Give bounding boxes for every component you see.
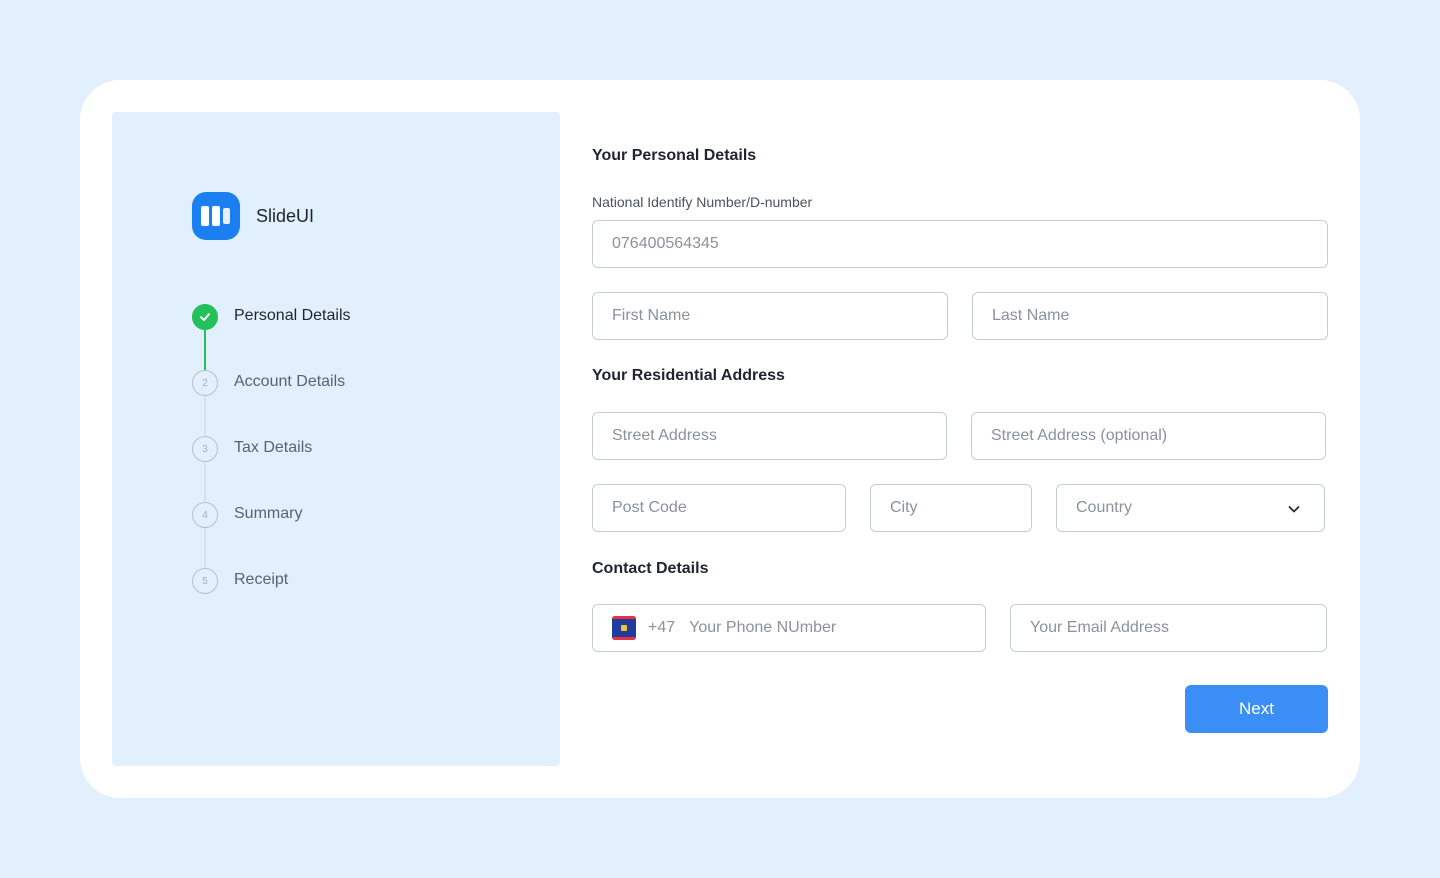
phone-country-code: +47 bbox=[648, 619, 676, 636]
step-receipt[interactable]: 5 Receipt bbox=[192, 568, 351, 634]
step-personal-details[interactable]: Personal Details bbox=[192, 304, 351, 370]
section-title-address: Your Residential Address bbox=[592, 367, 785, 384]
step-account-details[interactable]: 2 Account Details bbox=[192, 370, 351, 436]
step-connector bbox=[204, 462, 206, 502]
step-label: Summary bbox=[234, 505, 303, 522]
form-card: SlideUI Personal Details 2 Account Detai… bbox=[80, 80, 1360, 798]
step-connector bbox=[204, 330, 206, 370]
step-number: 4 bbox=[192, 502, 218, 528]
step-tax-details[interactable]: 3 Tax Details bbox=[192, 436, 351, 502]
step-connector bbox=[204, 528, 206, 568]
details-form: Your Personal Details National Identify … bbox=[592, 80, 1328, 798]
national-id-label: National Identify Number/D-number bbox=[592, 194, 813, 210]
city-field[interactable]: City bbox=[870, 484, 1032, 532]
check-icon bbox=[192, 304, 218, 330]
email-field[interactable]: Your Email Address bbox=[1010, 604, 1327, 652]
street-address-optional-field[interactable]: Street Address (optional) bbox=[971, 412, 1326, 460]
country-select[interactable]: Country bbox=[1056, 484, 1325, 532]
last-name-field[interactable]: Last Name bbox=[972, 292, 1328, 340]
first-name-field[interactable]: First Name bbox=[592, 292, 948, 340]
country-select-value: Country bbox=[1076, 499, 1133, 516]
step-number: 2 bbox=[192, 370, 218, 396]
phone-placeholder: Your Phone NUmber bbox=[689, 619, 837, 636]
step-number: 5 bbox=[192, 568, 218, 594]
chevron-down-icon bbox=[1286, 501, 1302, 522]
step-connector bbox=[204, 396, 206, 436]
section-title-contact: Contact Details bbox=[592, 560, 709, 577]
section-title-personal: Your Personal Details bbox=[592, 147, 757, 164]
flag-icon[interactable] bbox=[612, 616, 636, 640]
step-number: 3 bbox=[192, 436, 218, 462]
phone-field[interactable]: +47 Your Phone NUmber bbox=[592, 604, 986, 652]
step-label: Tax Details bbox=[234, 439, 313, 456]
stepper: Personal Details 2 Account Details 3 Tax… bbox=[192, 304, 351, 634]
step-summary[interactable]: 4 Summary bbox=[192, 502, 351, 568]
step-label: Personal Details bbox=[234, 307, 351, 324]
next-button[interactable]: Next bbox=[1185, 685, 1328, 733]
book-icon bbox=[192, 192, 240, 240]
national-id-field[interactable]: 076400564345 bbox=[592, 220, 1328, 268]
brand-name: SlideUI bbox=[256, 205, 315, 226]
street-address-field[interactable]: Street Address bbox=[592, 412, 947, 460]
brand: SlideUI bbox=[192, 192, 314, 240]
stepper-panel: SlideUI Personal Details 2 Account Detai… bbox=[112, 112, 560, 766]
step-label: Account Details bbox=[234, 373, 346, 390]
step-label: Receipt bbox=[234, 571, 289, 588]
post-code-field[interactable]: Post Code bbox=[592, 484, 846, 532]
